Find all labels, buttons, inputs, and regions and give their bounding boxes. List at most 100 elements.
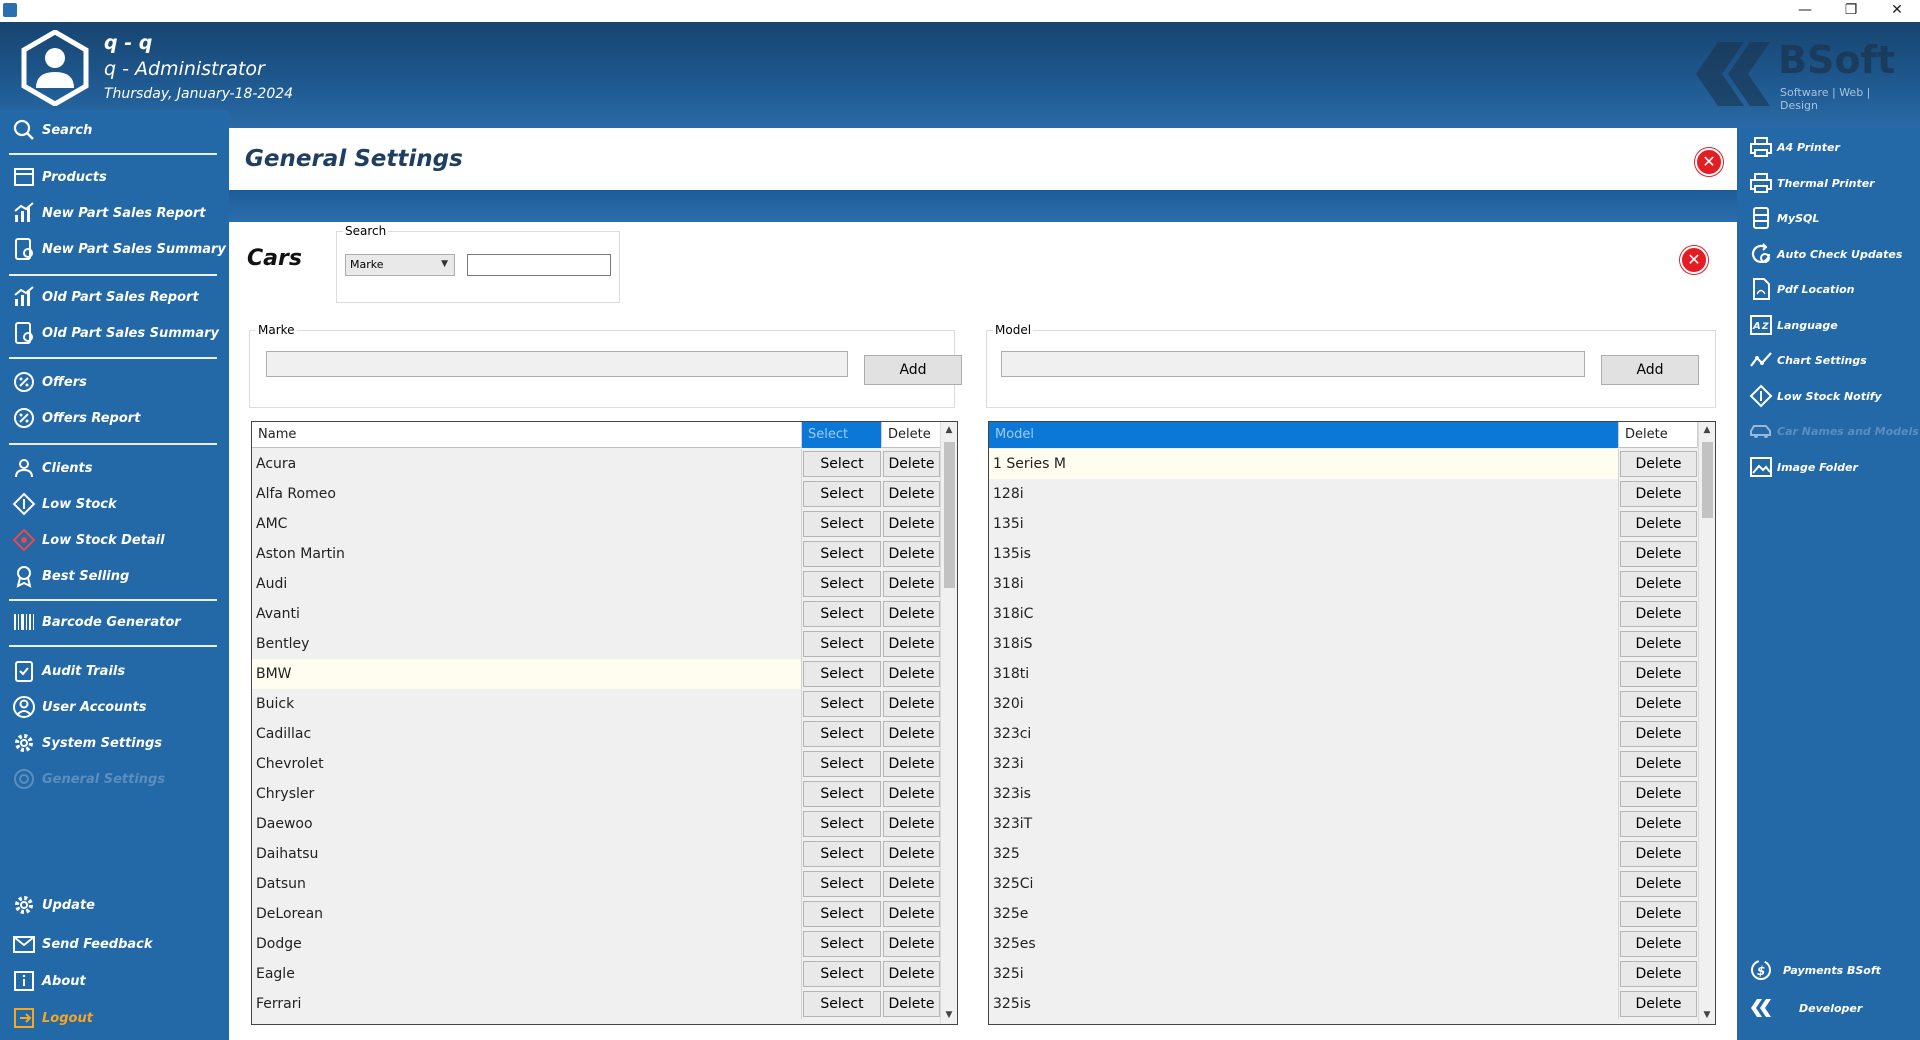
table-row[interactable]: Chevrolet Select Delete: [252, 749, 941, 779]
delete-button[interactable]: Delete: [1620, 901, 1697, 927]
select-button[interactable]: Select: [803, 991, 881, 1017]
marke-name-cell[interactable]: AMC: [252, 509, 802, 539]
sidebar-item-low-stock[interactable]: Low Stock: [12, 489, 117, 519]
table-row[interactable]: Avanti Select Delete: [252, 599, 941, 629]
delete-button[interactable]: Delete: [883, 661, 940, 687]
column-header-name[interactable]: Name: [252, 422, 802, 448]
settings-item-car-names-and-models[interactable]: Car Names and Models: [1749, 417, 1919, 445]
scroll-thumb[interactable]: [1702, 442, 1713, 518]
select-button[interactable]: Select: [803, 691, 881, 717]
model-name-cell[interactable]: 325es: [989, 929, 1619, 959]
delete-button[interactable]: Delete: [883, 811, 940, 837]
sidebar-item-low-stock-detail[interactable]: Low Stock Detail: [12, 525, 165, 555]
table-row[interactable]: 323iT Delete: [989, 809, 1698, 839]
sidebar-item-new-part-sales-summary[interactable]: New Part Sales Summary: [12, 234, 226, 264]
delete-button[interactable]: Delete: [1620, 481, 1697, 507]
table-row[interactable]: 325es Delete: [989, 929, 1698, 959]
marke-name-cell[interactable]: DeLorean: [252, 899, 802, 929]
delete-button[interactable]: Delete: [883, 691, 940, 717]
model-name-cell[interactable]: 135is: [989, 539, 1619, 569]
sidebar-item-general-settings[interactable]: General Settings: [12, 764, 165, 794]
model-name-cell[interactable]: 323i: [989, 749, 1619, 779]
table-row[interactable]: 323i Delete: [989, 749, 1698, 779]
marke-name-cell[interactable]: Eagle: [252, 959, 802, 989]
table-row[interactable]: 128i Delete: [989, 479, 1698, 509]
select-button[interactable]: Select: [803, 631, 881, 657]
sidebar-item-barcode-generator[interactable]: Barcode Generator: [12, 607, 181, 637]
add-model-button[interactable]: Add: [1601, 355, 1699, 385]
marke-name-cell[interactable]: Aston Martin: [252, 539, 802, 569]
delete-button[interactable]: Delete: [883, 871, 940, 897]
settings-item-chart-settings[interactable]: Chart Settings: [1749, 346, 1867, 374]
sidebar-item-user-accounts[interactable]: User Accounts: [12, 692, 147, 722]
scroll-down-icon[interactable]: ▼: [1699, 1007, 1715, 1024]
table-row[interactable]: DeLorean Select Delete: [252, 899, 941, 929]
model-name-cell[interactable]: 318iC: [989, 599, 1619, 629]
model-name-cell[interactable]: 325i: [989, 959, 1619, 989]
settings-item-language[interactable]: AZ Language: [1749, 311, 1838, 339]
select-button[interactable]: Select: [803, 781, 881, 807]
marke-name-cell[interactable]: Audi: [252, 569, 802, 599]
settings-item-payments-bsoft[interactable]: $ Payments BSoft: [1749, 956, 1881, 984]
table-row[interactable]: 325 Delete: [989, 839, 1698, 869]
table-row[interactable]: 325Ci Delete: [989, 869, 1698, 899]
sidebar-item-new-part-sales-report[interactable]: New Part Sales Report: [12, 198, 206, 228]
marke-name-cell[interactable]: Alfa Romeo: [252, 479, 802, 509]
select-button[interactable]: Select: [803, 661, 881, 687]
scroll-down-icon[interactable]: ▼: [941, 1007, 957, 1024]
delete-button[interactable]: Delete: [1620, 811, 1697, 837]
sidebar-item-products[interactable]: Products: [12, 162, 107, 192]
settings-item-low-stock-notify[interactable]: Low Stock Notify: [1749, 382, 1882, 410]
marke-name-cell[interactable]: Cadillac: [252, 719, 802, 749]
table-row[interactable]: Buick Select Delete: [252, 689, 941, 719]
model-name-cell[interactable]: 325is: [989, 989, 1619, 1019]
model-name-cell[interactable]: 320i: [989, 689, 1619, 719]
restore-button[interactable]: ❐: [1828, 0, 1874, 22]
sidebar-item-old-part-sales-summary[interactable]: Old Part Sales Summary: [12, 318, 219, 348]
marke-name-cell[interactable]: Bentley: [252, 629, 802, 659]
table-row[interactable]: 325is Delete: [989, 989, 1698, 1019]
window-close-button[interactable]: ✕: [1874, 0, 1920, 22]
delete-button[interactable]: Delete: [883, 901, 940, 927]
model-name-cell[interactable]: 325Ci: [989, 869, 1619, 899]
delete-button[interactable]: Delete: [1620, 571, 1697, 597]
delete-button[interactable]: Delete: [1620, 961, 1697, 987]
table-row[interactable]: Chrysler Select Delete: [252, 779, 941, 809]
search-input[interactable]: [467, 254, 611, 276]
table-row[interactable]: 325i Delete: [989, 959, 1698, 989]
settings-item-image-folder[interactable]: Image Folder: [1749, 453, 1858, 481]
table-row[interactable]: 1 Series M Delete: [989, 449, 1698, 479]
sidebar-item-best-selling[interactable]: Best Selling: [12, 561, 129, 591]
delete-button[interactable]: Delete: [883, 841, 940, 867]
marke-name-cell[interactable]: Chevrolet: [252, 749, 802, 779]
model-name-cell[interactable]: 135i: [989, 509, 1619, 539]
marke-name-cell[interactable]: Dodge: [252, 929, 802, 959]
sidebar-item-offers[interactable]: Offers: [12, 367, 87, 397]
settings-item-developer[interactable]: Developer: [1749, 994, 1862, 1022]
select-button[interactable]: Select: [803, 811, 881, 837]
search-filter-select[interactable]: Marke ▼: [345, 254, 455, 276]
table-row[interactable]: 323ci Delete: [989, 719, 1698, 749]
table-row[interactable]: Acura Select Delete: [252, 449, 941, 479]
sidebar-item-clients[interactable]: Clients: [12, 453, 92, 483]
table-row[interactable]: Ferrari Select Delete: [252, 989, 941, 1019]
marke-name-cell[interactable]: Chrysler: [252, 779, 802, 809]
scroll-up-icon[interactable]: ▲: [1699, 422, 1715, 439]
select-button[interactable]: Select: [803, 721, 881, 747]
delete-button[interactable]: Delete: [1620, 841, 1697, 867]
model-name-cell[interactable]: 325e: [989, 899, 1619, 929]
model-name-cell[interactable]: 318i: [989, 569, 1619, 599]
delete-button[interactable]: Delete: [883, 481, 940, 507]
model-name-cell[interactable]: 318ti: [989, 659, 1619, 689]
sidebar-item-audit-trails[interactable]: Audit Trails: [12, 656, 125, 686]
column-header-delete[interactable]: Delete: [882, 422, 941, 448]
marke-name-cell[interactable]: Acura: [252, 449, 802, 479]
table-row[interactable]: 323is Delete: [989, 779, 1698, 809]
scroll-up-icon[interactable]: ▲: [941, 422, 957, 439]
table-row[interactable]: 318iS Delete: [989, 629, 1698, 659]
marke-name-cell[interactable]: Ferrari: [252, 989, 802, 1019]
marke-name-cell[interactable]: Datsun: [252, 869, 802, 899]
close-page-button[interactable]: ✕: [1695, 148, 1723, 176]
select-button[interactable]: Select: [803, 961, 881, 987]
sidebar-item-old-part-sales-report[interactable]: Old Part Sales Report: [12, 282, 199, 312]
